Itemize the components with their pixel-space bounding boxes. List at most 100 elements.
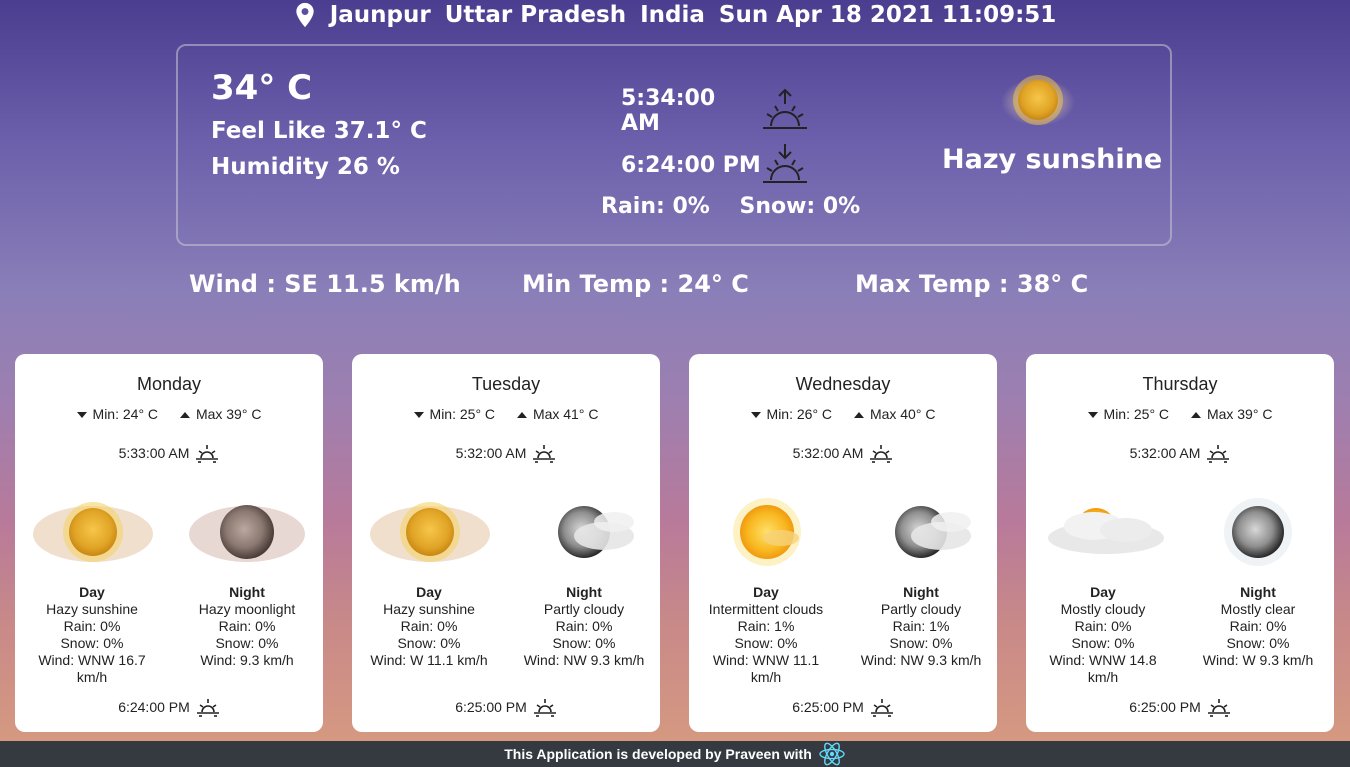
max-temp-stat: Max Temp : 38° C	[855, 270, 1089, 298]
night-rain: Rain: 1%	[892, 618, 950, 634]
night-snow: Snow: 0%	[215, 635, 279, 651]
forecast-sunset: 6:24:00 PM	[15, 696, 323, 718]
caret-up-icon	[179, 412, 190, 419]
forecast-minmax: Min: 24° C Max 39° C	[15, 406, 323, 422]
current-datetime: Sun Apr 18 2021 11:09:51	[718, 2, 1057, 28]
forecast-day: Monday	[136, 374, 202, 394]
night-wind: Wind: 9.3 km/h	[200, 652, 294, 668]
day-snow: Snow: 0%	[1071, 635, 1135, 651]
caret-down-icon	[76, 412, 87, 419]
day-rain: Rain: 0%	[400, 618, 458, 634]
day-wind: Wind: W 11.1 km/h	[370, 652, 488, 668]
feels-like: Feel Like 37.1° C	[211, 118, 427, 144]
caret-up-icon	[516, 412, 527, 419]
forecast-icons	[370, 502, 634, 562]
night-snow: Snow: 0%	[889, 635, 953, 651]
forecast-minmax: Min: 26° C Max 40° C	[689, 406, 997, 422]
day-condition: Intermittent clouds	[708, 601, 824, 617]
hazy-sun-icon	[370, 502, 490, 562]
night-snow: Snow: 0%	[1226, 635, 1290, 651]
forecast-sunrise: 5:32:00 AM	[689, 442, 997, 464]
night-forecast: Night Partly cloudy Rain: 1% Snow: 0% Wi…	[851, 584, 991, 669]
day-condition: Mostly cloudy	[1060, 601, 1146, 617]
intermittent-clouds-sun-icon	[733, 498, 801, 566]
day-rain: Rain: 1%	[737, 618, 795, 634]
hazy-moon-icon	[189, 505, 305, 562]
caret-down-icon	[750, 412, 761, 419]
current-condition: Hazy sunshine	[942, 144, 1163, 175]
forecast-sunset-time: 6:25:00 PM	[792, 699, 864, 715]
sun-small-icon	[1207, 699, 1230, 717]
footer-text: This Application is developed by Praveen…	[504, 746, 812, 762]
mostly-cloudy-icon	[1048, 508, 1164, 554]
sunrise-time: 5:34:00 AM	[621, 86, 716, 136]
forecast-sunset-time: 6:25:00 PM	[1129, 699, 1201, 715]
night-label: Night	[229, 584, 265, 600]
forecast-sunset: 6:25:00 PM	[689, 696, 997, 718]
rain-snow-row: Rain: 0% Snow: 0%	[601, 194, 860, 219]
country-name: India	[640, 2, 705, 28]
min-temp-stat: Min Temp : 24° C	[522, 270, 749, 298]
forecast-day: Thursday	[1142, 374, 1218, 394]
day-label: Day	[753, 584, 779, 600]
forecast-max: Max 39° C	[195, 406, 262, 422]
forecast-icons	[733, 498, 971, 566]
night-rain: Rain: 0%	[555, 618, 613, 634]
night-wind: Wind: W 9.3 km/h	[1202, 652, 1314, 668]
forecast-day: Tuesday	[471, 374, 541, 394]
night-condition: Partly cloudy	[880, 601, 962, 617]
night-rain: Rain: 0%	[1229, 618, 1287, 634]
forecast-sunrise-time: 5:32:00 AM	[1129, 445, 1201, 461]
wind-stat: Wind : SE 11.5 km/h	[189, 270, 461, 298]
caret-up-icon	[1190, 412, 1201, 419]
location-header: Jaunpur Uttar Pradesh India Sun Apr 18 2…	[0, 0, 1350, 30]
current-rain: Rain: 0%	[601, 194, 710, 219]
forecast-min: Min: 25° C	[429, 406, 496, 422]
caret-down-icon	[413, 412, 424, 419]
current-weather-panel: 34° C Feel Like 37.1° C Humidity 26 % 5:…	[176, 44, 1172, 246]
forecast-icons	[33, 502, 305, 562]
sun-small-icon	[533, 445, 556, 463]
forecast-min: Min: 26° C	[766, 406, 833, 422]
day-snow: Snow: 0%	[734, 635, 798, 651]
hazy-sun-icon	[33, 502, 153, 562]
day-wind: Wind: WNW 16.7 km/h	[38, 652, 146, 685]
react-logo-icon	[819, 742, 845, 766]
night-forecast: Night Partly cloudy Rain: 0% Snow: 0% Wi…	[514, 584, 654, 669]
forecast-sunrise: 5:33:00 AM	[15, 442, 323, 464]
day-condition: Hazy sunshine	[46, 601, 138, 617]
sunrise-icon	[763, 88, 807, 129]
forecast-max: Max 40° C	[869, 406, 936, 422]
sun-small-icon	[196, 445, 219, 463]
forecast-sunrise: 5:32:00 AM	[352, 442, 660, 464]
night-snow: Snow: 0%	[552, 635, 616, 651]
night-label: Night	[566, 584, 602, 600]
day-label: Day	[416, 584, 442, 600]
forecast-sunset-time: 6:25:00 PM	[455, 699, 527, 715]
sun-small-icon	[533, 699, 556, 717]
location-pin-icon	[296, 2, 314, 28]
forecast-card-tuesday: Tuesday Min: 25° C Max 41° C 5:32:00 AM …	[352, 354, 660, 732]
footer: This Application is developed by Praveen…	[0, 741, 1350, 767]
day-condition: Hazy sunshine	[383, 601, 475, 617]
night-forecast: Night Mostly clear Rain: 0% Snow: 0% Win…	[1188, 584, 1328, 669]
night-label: Night	[1240, 584, 1276, 600]
caret-up-icon	[853, 412, 864, 419]
forecast-icons	[1048, 498, 1292, 566]
night-wind: Wind: NW 9.3 km/h	[860, 652, 982, 668]
day-rain: Rain: 0%	[63, 618, 121, 634]
mostly-clear-moon-icon	[1224, 498, 1292, 566]
partly-cloudy-moon-icon	[558, 506, 634, 558]
sunset-icon	[763, 144, 807, 183]
day-wind: Wind: WNW 14.8 km/h	[1049, 652, 1157, 685]
forecast-max: Max 39° C	[1206, 406, 1273, 422]
forecast-sunrise-time: 5:32:00 AM	[792, 445, 864, 461]
forecast-card-wednesday: Wednesday Min: 26° C Max 40° C 5:32:00 A…	[689, 354, 997, 732]
night-condition: Mostly clear	[1220, 601, 1296, 617]
day-forecast: Day Hazy sunshine Rain: 0% Snow: 0% Wind…	[359, 584, 499, 669]
sun-small-icon	[196, 699, 219, 717]
forecast-sunset: 6:25:00 PM	[352, 696, 660, 718]
forecast-sunrise: 5:32:00 AM	[1026, 442, 1334, 464]
sun-small-icon	[1207, 445, 1230, 463]
sunset-row: 6:24:00 PM	[621, 142, 809, 188]
